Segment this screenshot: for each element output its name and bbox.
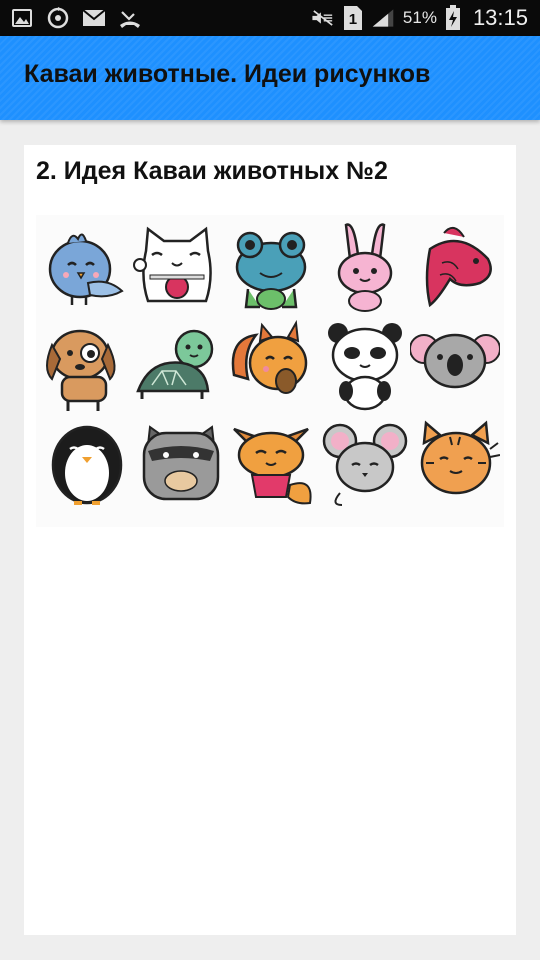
koi-fish-drawing [425, 226, 492, 308]
app-bar: Каваи животные. Идеи рисунков [0, 36, 540, 120]
raccoon-drawing [142, 425, 220, 501]
koala-drawing [410, 333, 500, 389]
missed-call-icon [118, 6, 142, 30]
kawaii-animals-illustration [36, 215, 504, 527]
bunny-drawing [337, 223, 393, 312]
bird-drawing [48, 233, 124, 305]
signal-icon [371, 6, 395, 30]
idea-heading: 2. Идея Каваи животных №2 [36, 157, 388, 185]
fox-drawing [233, 427, 312, 505]
battery-charging-icon [445, 5, 461, 30]
status-bar: 1 51% 13:15 [0, 0, 540, 36]
turtle-drawing [136, 329, 214, 399]
clock: 13:15 [472, 5, 528, 30]
mail-icon [82, 6, 106, 30]
gallery-icon [10, 6, 34, 30]
content-card: 2. Идея Каваи животных №2 [24, 145, 516, 935]
penguin-drawing [51, 425, 123, 505]
frog-drawing [235, 231, 307, 310]
lucky-cat-drawing [133, 226, 212, 303]
panda-drawing [328, 323, 402, 411]
sync-icon [46, 6, 70, 30]
puppy-drawing [46, 329, 116, 411]
mute-icon [311, 6, 335, 30]
app-title: Каваи животные. Идеи рисунков [24, 60, 431, 88]
mouse-drawing [322, 423, 408, 506]
squirrel-drawing [231, 319, 308, 394]
sim-1-icon: 1 [343, 6, 363, 30]
battery-percentage: 51% [402, 8, 437, 27]
tiger-cat-drawing [420, 420, 500, 495]
